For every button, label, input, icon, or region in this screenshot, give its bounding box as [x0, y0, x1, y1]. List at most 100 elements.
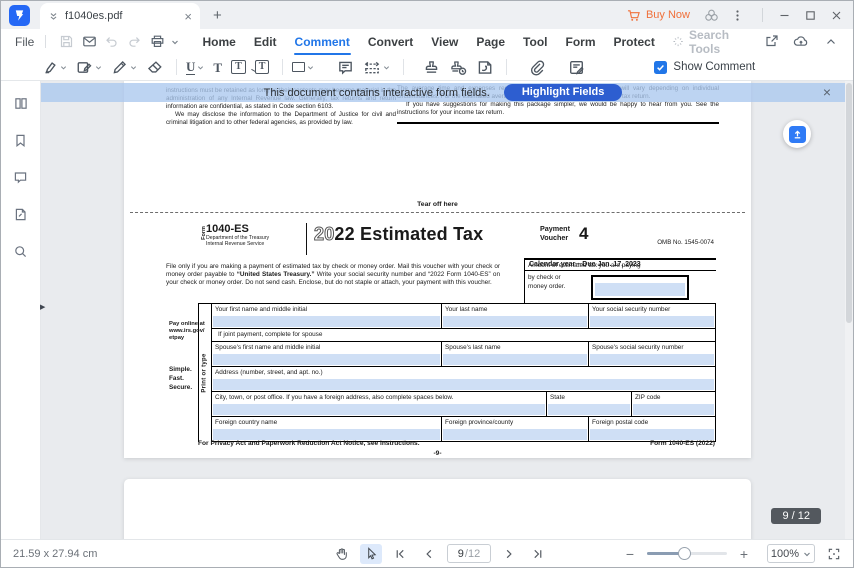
- text-box-tool[interactable]: T: [231, 60, 246, 74]
- menu-tab-comment[interactable]: Comment: [286, 31, 359, 53]
- text-comment-tool[interactable]: T: [213, 61, 222, 74]
- email-icon[interactable]: [78, 31, 101, 53]
- collapse-toolbar-icon[interactable]: [819, 31, 843, 53]
- zoom-level-select[interactable]: 100%: [767, 544, 815, 563]
- more-menu-icon[interactable]: [731, 9, 744, 22]
- ssn-input[interactable]: [590, 316, 714, 327]
- underline-tool[interactable]: U: [186, 60, 204, 75]
- document-viewport[interactable]: instructions must be retained as long as…: [41, 81, 853, 539]
- fit-screen-button[interactable]: [827, 547, 841, 561]
- address-input[interactable]: [213, 379, 714, 390]
- bookmarks-panel-icon[interactable]: [13, 133, 28, 148]
- select-tool[interactable]: [360, 544, 382, 564]
- menu-tab-home[interactable]: Home: [194, 31, 245, 53]
- first-name-input[interactable]: [213, 316, 440, 327]
- search-panel-icon[interactable]: [13, 244, 28, 259]
- table-row: Address (number, street, and apt. no.): [212, 367, 715, 392]
- selling-points: Simple. Fast. Secure.: [169, 365, 192, 392]
- maximize-button[interactable]: [797, 3, 823, 27]
- pencil-dropdown-icon[interactable]: [130, 64, 137, 71]
- highlight-fields-button[interactable]: Highlight Fields: [504, 84, 623, 101]
- page-number-input[interactable]: 9 /12: [447, 544, 491, 563]
- menu-tab-protect[interactable]: Protect: [604, 31, 663, 53]
- foreign-postal-input[interactable]: [590, 429, 714, 440]
- stamp-tool[interactable]: [423, 59, 440, 76]
- menu-tab-tool[interactable]: Tool: [514, 31, 556, 53]
- measure-dropdown-icon[interactable]: [383, 64, 390, 71]
- vertical-scrollbar[interactable]: [845, 81, 853, 539]
- highlight-tool[interactable]: [41, 59, 67, 76]
- buy-now-button[interactable]: Buy Now: [627, 9, 690, 22]
- year-solid: 22: [334, 224, 354, 244]
- amount-input-box[interactable]: [591, 275, 689, 300]
- cloud-upload-icon[interactable]: [789, 31, 813, 53]
- show-comment-toggle[interactable]: Show Comment: [654, 61, 755, 74]
- thumbnails-panel-icon[interactable]: [13, 96, 29, 111]
- menu-tab-view[interactable]: View: [422, 31, 467, 53]
- share-icon[interactable]: [759, 31, 783, 53]
- menu-tab-edit[interactable]: Edit: [245, 31, 286, 53]
- first-page-button[interactable]: [389, 544, 411, 564]
- attachment-panel-icon[interactable]: [13, 207, 28, 222]
- print-icon[interactable]: [146, 31, 169, 53]
- measure-tool[interactable]: [363, 59, 390, 76]
- minimize-button[interactable]: [771, 3, 797, 27]
- print-dropdown-icon[interactable]: [168, 38, 181, 46]
- pay-online-line: www.irs.gov/: [169, 328, 205, 335]
- underline-dropdown-icon[interactable]: [197, 64, 204, 71]
- hand-tool[interactable]: [331, 544, 353, 564]
- attachment-tool[interactable]: [528, 59, 545, 76]
- spouse-first-name-input[interactable]: [213, 354, 440, 365]
- zip-input[interactable]: [633, 404, 714, 415]
- city-input[interactable]: [213, 404, 545, 415]
- show-comment-checkbox[interactable]: [654, 61, 667, 74]
- promo-icon[interactable]: [704, 8, 719, 23]
- save-icon[interactable]: [55, 31, 78, 53]
- scrollbar-thumb[interactable]: [846, 83, 852, 323]
- menu-file[interactable]: File: [15, 35, 34, 49]
- tab-chevrons-icon[interactable]: [48, 11, 59, 22]
- expand-panel-arrow[interactable]: ▶: [40, 303, 45, 311]
- highlight-dropdown-icon[interactable]: [60, 64, 67, 71]
- zoom-in-button[interactable]: +: [735, 546, 753, 562]
- custom-stamp-tool[interactable]: [449, 59, 467, 76]
- tab-close-icon[interactable]: ×: [184, 10, 192, 23]
- document-tab[interactable]: f1040es.pdf ×: [40, 3, 200, 29]
- last-name-input[interactable]: [443, 316, 587, 327]
- pencil-tool[interactable]: [111, 59, 137, 76]
- state-input[interactable]: [548, 404, 630, 415]
- sticky-note-tool[interactable]: [337, 59, 354, 76]
- new-tab-button[interactable]: +: [213, 7, 222, 24]
- pdf-page-10: [124, 479, 751, 539]
- quick-upload-button[interactable]: [783, 120, 811, 148]
- zoom-slider-knob[interactable]: [678, 547, 691, 560]
- amount-field-highlight[interactable]: [595, 283, 685, 296]
- callout-tool[interactable]: T: [255, 60, 270, 74]
- undo-icon[interactable]: [101, 31, 124, 53]
- redo-icon[interactable]: [123, 31, 146, 53]
- eraser-tool[interactable]: [146, 59, 163, 76]
- menu-tab-convert[interactable]: Convert: [359, 31, 422, 53]
- spouse-ssn-input[interactable]: [590, 354, 714, 365]
- search-tools-button[interactable]: Search Tools: [672, 28, 759, 56]
- form-title: 2022 Estimated Tax: [314, 224, 483, 244]
- last-page-button[interactable]: [527, 544, 549, 564]
- menu-tab-form[interactable]: Form: [556, 31, 604, 53]
- shape-tool[interactable]: [292, 62, 314, 72]
- next-page-button[interactable]: [498, 544, 520, 564]
- zoom-out-button[interactable]: −: [621, 546, 639, 562]
- spouse-last-name-input[interactable]: [443, 354, 587, 365]
- area-highlight-tool[interactable]: [76, 59, 102, 76]
- comments-panel-icon[interactable]: [13, 170, 28, 185]
- notification-close-icon[interactable]: ×: [823, 84, 831, 100]
- shape-dropdown-icon[interactable]: [307, 64, 314, 71]
- area-highlight-dropdown-icon[interactable]: [95, 64, 102, 71]
- sticker-tool[interactable]: [476, 59, 493, 76]
- foreign-country-input[interactable]: [213, 429, 440, 440]
- foreign-province-input[interactable]: [443, 429, 587, 440]
- close-window-button[interactable]: [823, 3, 849, 27]
- zoom-slider[interactable]: [647, 552, 727, 555]
- previous-page-button[interactable]: [418, 544, 440, 564]
- menu-tab-page[interactable]: Page: [467, 31, 514, 53]
- comment-list-button[interactable]: [568, 59, 585, 76]
